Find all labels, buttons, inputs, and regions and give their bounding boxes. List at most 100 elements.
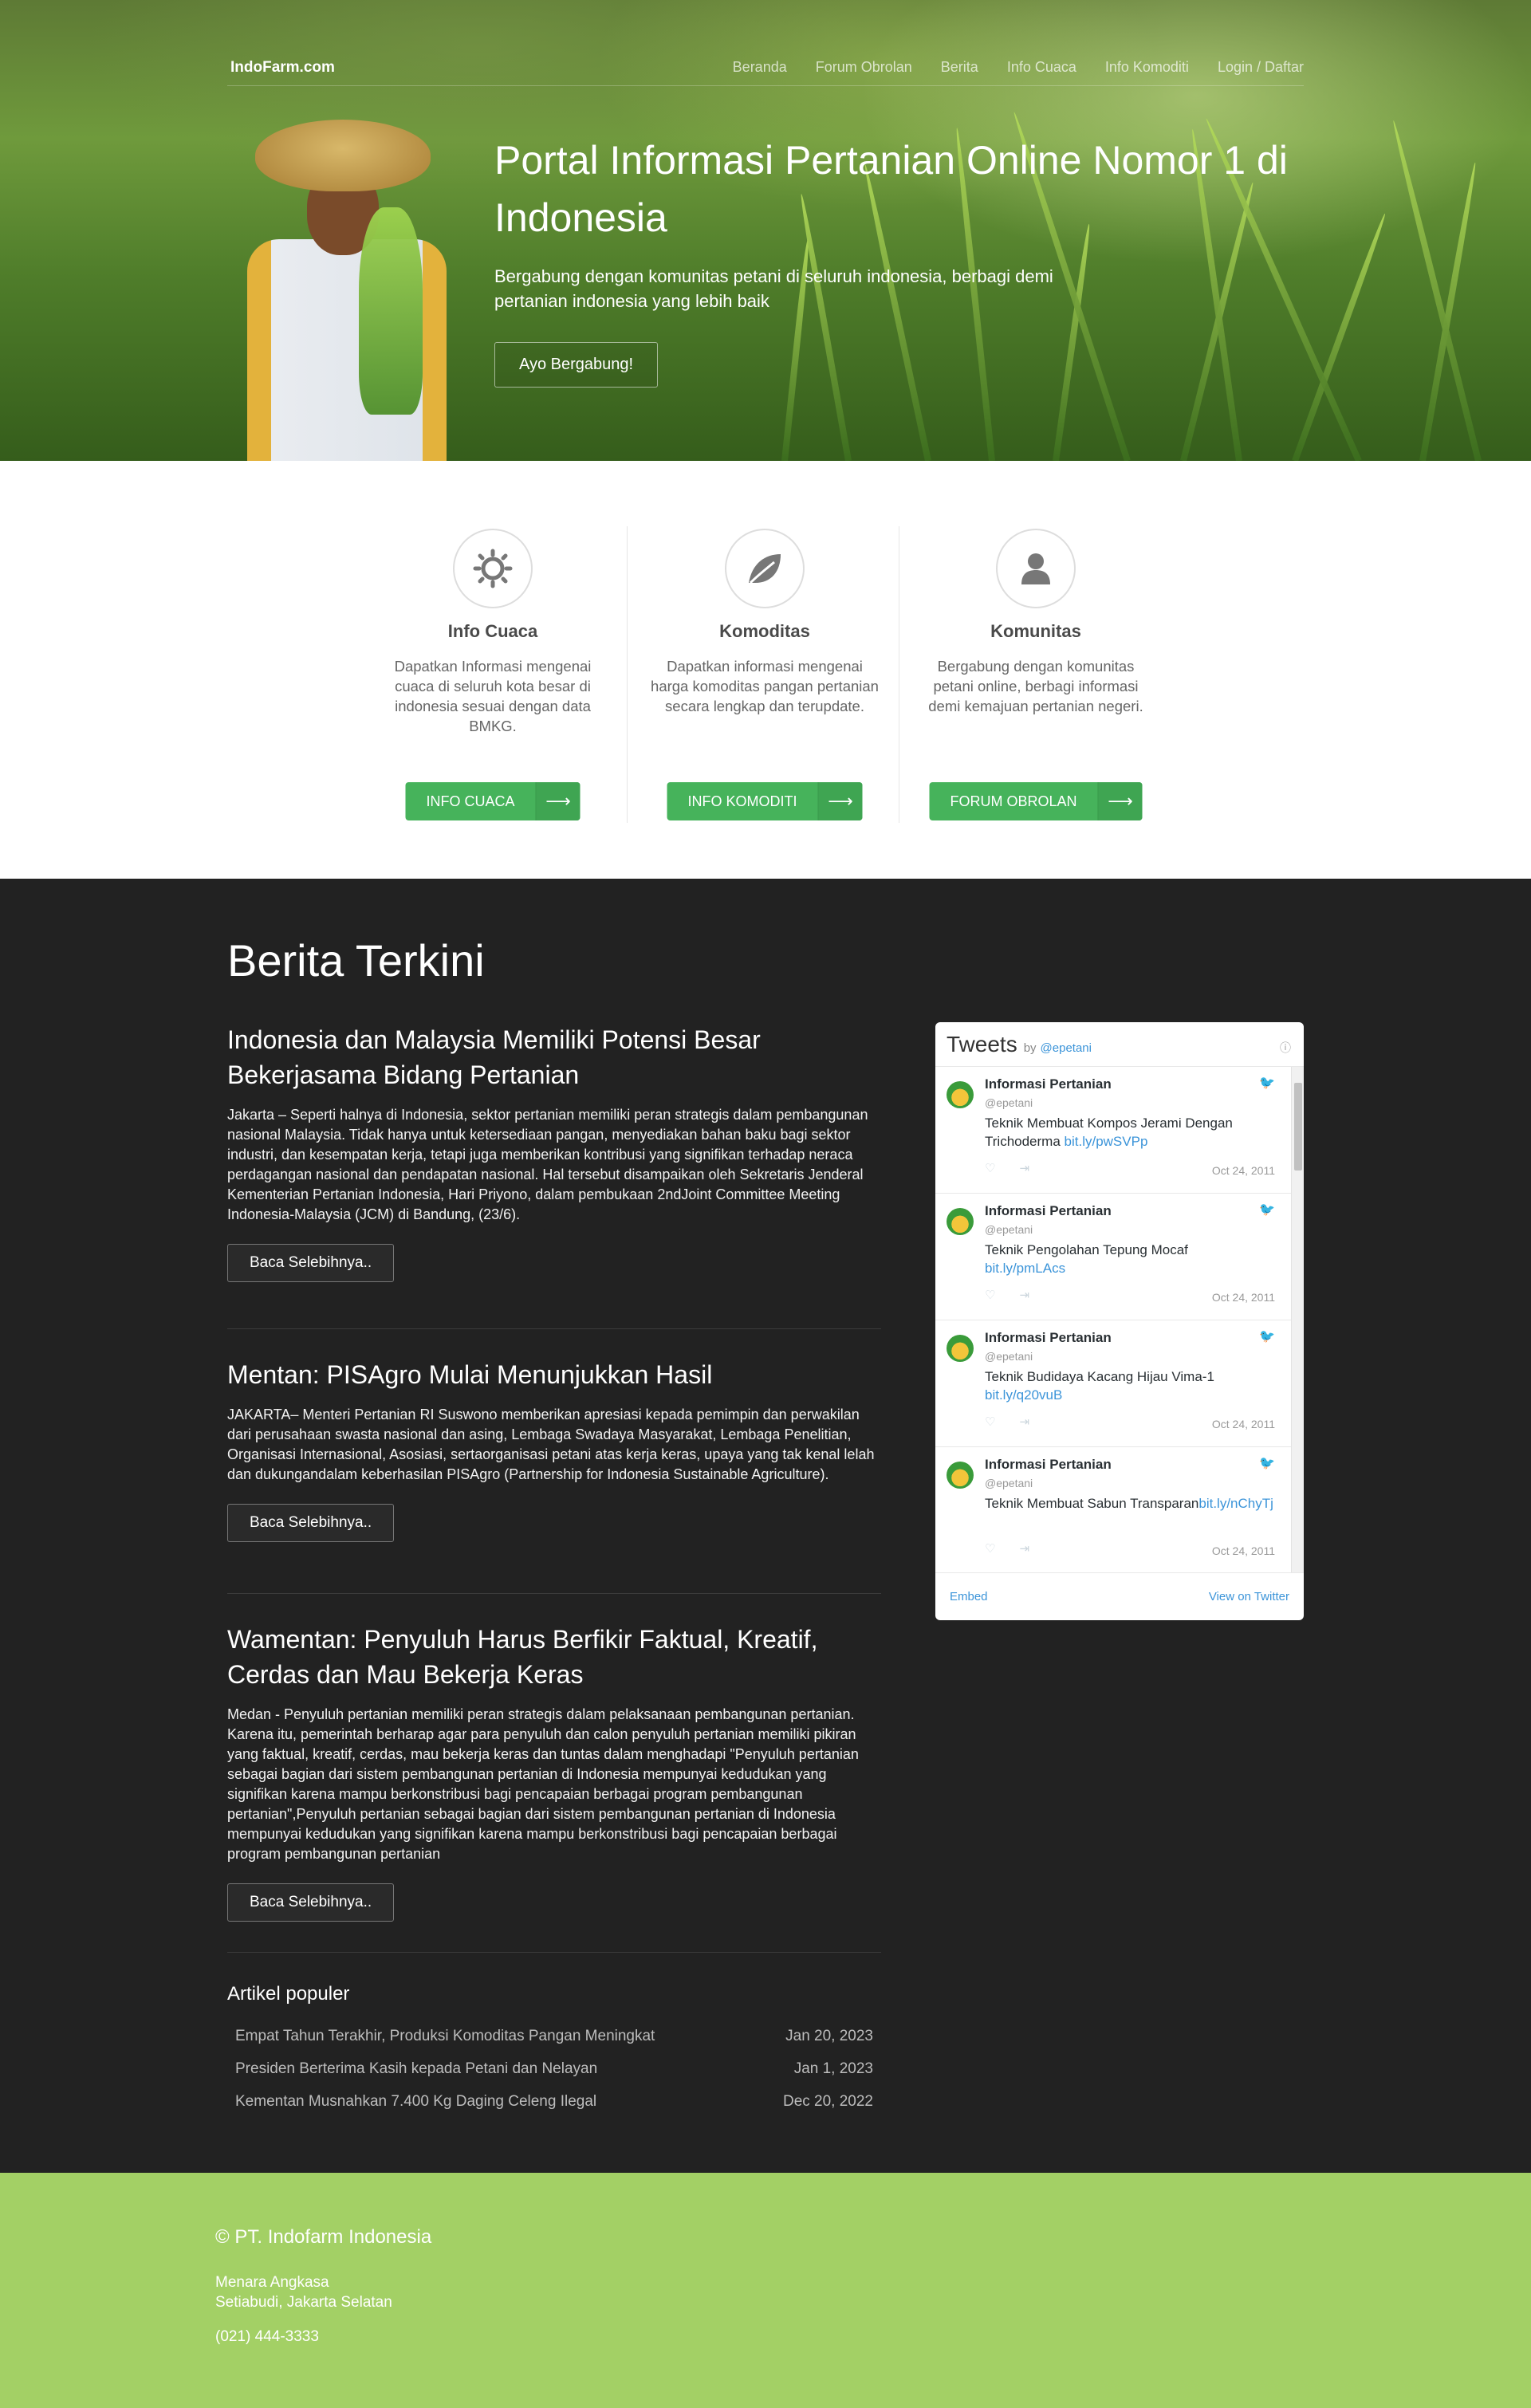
tweet-actions: ♡ ⇥ bbox=[985, 1288, 1029, 1302]
popular-article-row[interactable]: Empat Tahun Terakhir, Produksi Komoditas… bbox=[227, 2028, 881, 2045]
tweet-text: Teknik Budidaya Kacang Hijau Vima-1 bit.… bbox=[985, 1369, 1214, 1403]
leaf-icon bbox=[725, 529, 805, 608]
phone-number: (021) 444-3333 bbox=[215, 2328, 319, 2345]
nav-item-forum-obrolan[interactable]: Forum Obrolan bbox=[816, 59, 912, 76]
tweet-date[interactable]: Oct 24, 2011 bbox=[1212, 1544, 1275, 1557]
tweet-date[interactable]: Oct 24, 2011 bbox=[1212, 1291, 1275, 1304]
scrollbar-thumb[interactable] bbox=[1294, 1083, 1302, 1171]
heart-icon[interactable]: ♡ bbox=[985, 1541, 995, 1556]
popular-article-title[interactable]: Empat Tahun Terakhir, Produksi Komoditas… bbox=[235, 2028, 655, 2045]
popular-article-title[interactable]: Kementan Musnahkan 7.400 Kg Daging Celen… bbox=[235, 2093, 596, 2111]
tweet-handle[interactable]: @epetani bbox=[985, 1223, 1280, 1236]
feature-komunitas: Komunitas Bergabung dengan komunitas pet… bbox=[900, 529, 1171, 820]
heart-icon[interactable]: ♡ bbox=[985, 1415, 995, 1429]
twitter-widget: Tweets by @epetani ⓘ Informasi Pertanian… bbox=[935, 1022, 1304, 1620]
share-icon[interactable]: ⇥ bbox=[1019, 1541, 1029, 1556]
tweet-text: Teknik Membuat Kompos Jerami Dengan Tric… bbox=[985, 1115, 1233, 1149]
tweet-actions: ♡ ⇥ bbox=[985, 1541, 1029, 1556]
popular-article-row[interactable]: Presiden Berterima Kasih kepada Petani d… bbox=[227, 2060, 881, 2078]
tweet-actions: ♡ ⇥ bbox=[985, 1161, 1029, 1175]
share-icon[interactable]: ⇥ bbox=[1019, 1415, 1029, 1429]
share-icon[interactable]: ⇥ bbox=[1019, 1161, 1029, 1175]
article-body: Medan - Penyuluh pertanian memiliki pera… bbox=[227, 1706, 859, 1862]
heart-icon[interactable]: ♡ bbox=[985, 1161, 995, 1175]
twitter-bird-icon[interactable]: 🐦 bbox=[1259, 1455, 1275, 1471]
copyright: © PT. Indofarm Indonesia bbox=[215, 2226, 432, 2248]
avatar[interactable] bbox=[947, 1081, 974, 1108]
tweet-handle[interactable]: @epetani bbox=[985, 1477, 1280, 1489]
tweet-author[interactable]: Informasi Pertanian bbox=[985, 1203, 1280, 1219]
read-more-button[interactable]: Baca Selebihnya.. bbox=[227, 1504, 395, 1542]
tweet-text: Teknik Membuat Sabun Transparanbit.ly/nC… bbox=[985, 1496, 1273, 1511]
twitter-bird-icon[interactable]: 🐦 bbox=[1259, 1075, 1275, 1091]
avatar[interactable] bbox=[947, 1462, 974, 1489]
avatar[interactable] bbox=[947, 1208, 974, 1235]
divider bbox=[627, 526, 628, 823]
tweet-item: Informasi Pertanian @epetani Teknik Peng… bbox=[935, 1194, 1304, 1320]
twitter-bird-icon[interactable]: 🐦 bbox=[1259, 1202, 1275, 1218]
arrow-right-icon: ⟶ bbox=[535, 782, 581, 820]
feature-komoditas: Komoditas Dapatkan informasi mengenai ha… bbox=[629, 529, 900, 820]
article-title[interactable]: Mentan: PISAgro Mulai Menunjukkan Hasil bbox=[227, 1357, 881, 1392]
divider bbox=[227, 1593, 881, 1594]
brand-logo[interactable]: IndoFarm.com bbox=[230, 59, 335, 77]
twitter-title: Tweets bbox=[947, 1032, 1017, 1056]
feature-info-cuaca: Info Cuaca Dapatkan Informasi mengenai c… bbox=[357, 529, 628, 820]
hero-text: Portal Informasi Pertanian Online Nomor … bbox=[494, 132, 1308, 388]
heart-icon[interactable]: ♡ bbox=[985, 1288, 995, 1302]
tweet-item: Informasi Pertanian @epetani Teknik Memb… bbox=[935, 1447, 1304, 1572]
nav-item-info-cuaca[interactable]: Info Cuaca bbox=[1007, 59, 1076, 76]
tweet-handle[interactable]: @epetani bbox=[985, 1350, 1280, 1363]
feature-title: Komunitas bbox=[990, 621, 1081, 641]
features-section: Info Cuaca Dapatkan Informasi mengenai c… bbox=[0, 461, 1531, 879]
tweet-author[interactable]: Informasi Pertanian bbox=[985, 1076, 1280, 1092]
view-on-twitter-link[interactable]: View on Twitter bbox=[1209, 1590, 1289, 1603]
join-button[interactable]: Ayo Bergabung! bbox=[494, 342, 659, 388]
forum-obrolan-button[interactable]: FORUM OBROLAN ⟶ bbox=[929, 782, 1143, 820]
feature-desc: Bergabung dengan komunitas petani online… bbox=[928, 658, 1143, 714]
button-label: INFO CUACA bbox=[426, 793, 515, 809]
read-more-button[interactable]: Baca Selebihnya.. bbox=[227, 1244, 395, 1282]
nav-item-info-komoditi[interactable]: Info Komoditi bbox=[1105, 59, 1189, 76]
button-label: FORUM OBROLAN bbox=[950, 793, 1077, 809]
article-title[interactable]: Wamentan: Penyuluh Harus Berfikir Faktua… bbox=[227, 1622, 881, 1692]
tweet-link[interactable]: bit.ly/pmLAcs bbox=[985, 1261, 1065, 1276]
info-cuaca-button[interactable]: INFO CUACA ⟶ bbox=[405, 782, 581, 820]
hero-title: Portal Informasi Pertanian Online Nomor … bbox=[494, 138, 1288, 240]
tweet-link[interactable]: bit.ly/q20vuB bbox=[985, 1387, 1062, 1403]
tweet-date[interactable]: Oct 24, 2011 bbox=[1212, 1164, 1275, 1177]
info-icon[interactable]: ⓘ bbox=[1280, 1040, 1291, 1056]
hero-subtitle: Bergabung dengan komunitas petani di sel… bbox=[494, 266, 1053, 311]
nav-item-berita[interactable]: Berita bbox=[941, 59, 978, 76]
share-icon[interactable]: ⇥ bbox=[1019, 1288, 1029, 1302]
tweet-list[interactable]: Informasi Pertanian @epetani Teknik Memb… bbox=[935, 1067, 1304, 1572]
embed-link[interactable]: Embed bbox=[950, 1590, 988, 1603]
news-section: Berita Terkini Indonesia dan Malaysia Me… bbox=[0, 879, 1531, 2173]
nav-item-beranda[interactable]: Beranda bbox=[733, 59, 787, 76]
avatar[interactable] bbox=[947, 1335, 974, 1362]
divider bbox=[227, 1328, 881, 1329]
tweet-handle[interactable]: @epetani bbox=[985, 1096, 1280, 1109]
feature-desc: Dapatkan Informasi mengenai cuaca di sel… bbox=[394, 658, 592, 734]
twitter-footer: Embed View on Twitter bbox=[935, 1572, 1304, 1620]
article-title[interactable]: Indonesia dan Malaysia Memiliki Potensi … bbox=[227, 1022, 881, 1092]
popular-article-title[interactable]: Presiden Berterima Kasih kepada Petani d… bbox=[235, 2060, 597, 2078]
info-komoditi-button[interactable]: INFO KOMODITI ⟶ bbox=[667, 782, 863, 820]
tweet-link[interactable]: bit.ly/nChyTj bbox=[1198, 1496, 1273, 1511]
news-article: Indonesia dan Malaysia Memiliki Potensi … bbox=[227, 1022, 881, 1282]
tweet-scrollbar[interactable] bbox=[1291, 1067, 1304, 1572]
tweet-author[interactable]: Informasi Pertanian bbox=[985, 1330, 1280, 1346]
nav-menu: Beranda Forum Obrolan Berita Info Cuaca … bbox=[733, 59, 1304, 76]
news-article: Wamentan: Penyuluh Harus Berfikir Faktua… bbox=[227, 1622, 881, 1922]
news-heading: Berita Terkini bbox=[227, 935, 485, 986]
tweet-date[interactable]: Oct 24, 2011 bbox=[1212, 1418, 1275, 1430]
twitter-handle-link[interactable]: @epetani bbox=[1041, 1041, 1092, 1055]
twitter-header: Tweets by @epetani ⓘ bbox=[935, 1022, 1304, 1067]
tweet-link[interactable]: bit.ly/pwSVPp bbox=[1065, 1134, 1148, 1149]
tweet-author[interactable]: Informasi Pertanian bbox=[985, 1457, 1280, 1473]
read-more-button[interactable]: Baca Selebihnya.. bbox=[227, 1883, 395, 1922]
popular-article-row[interactable]: Kementan Musnahkan 7.400 Kg Daging Celen… bbox=[227, 2093, 881, 2111]
twitter-bird-icon[interactable]: 🐦 bbox=[1259, 1328, 1275, 1344]
nav-item-login[interactable]: Login / Daftar bbox=[1218, 59, 1304, 76]
tweet-text: Teknik Pengolahan Tepung Mocaf bit.ly/pm… bbox=[985, 1242, 1188, 1276]
